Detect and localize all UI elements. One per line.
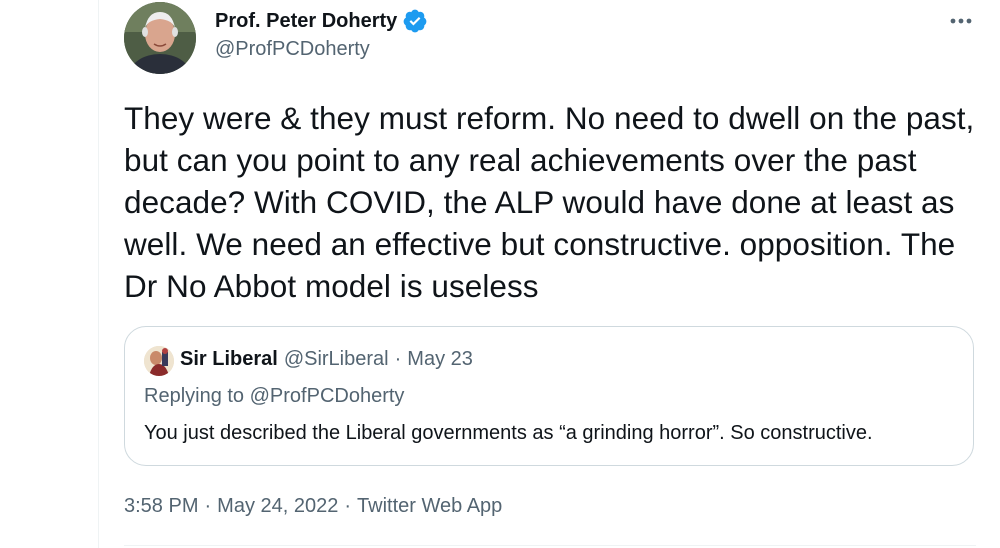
tweet-time[interactable]: 3:58 PM: [124, 495, 198, 518]
author-name-text: Prof. Peter Doherty: [215, 9, 398, 32]
timeline-left-border: [98, 0, 99, 548]
quoted-avatar-image-icon: [144, 346, 174, 376]
quoted-tweet-card[interactable]: Sir Liberal @SirLiberal · May 23 Replyin…: [124, 326, 974, 466]
tweet-text: They were & they must reform. No need to…: [124, 100, 975, 304]
quoted-tweet-header: Sir Liberal @SirLiberal · May 23: [180, 348, 473, 371]
user-avatar-photo-icon: [124, 2, 196, 74]
quoted-author-avatar: [144, 346, 174, 376]
tweet-date[interactable]: May 24, 2022: [217, 495, 338, 518]
tweet-page: Prof. Peter Doherty @ProfPCDoherty They …: [0, 0, 1000, 548]
quoted-author-name: Sir Liberal: [180, 348, 278, 370]
quoted-tweet-text: You just described the Liberal governmen…: [144, 422, 873, 444]
quoted-author-handle: @SirLiberal: [283, 348, 389, 370]
tweet-source[interactable]: Twitter Web App: [357, 495, 502, 518]
tweet-timestamp-row: 3:58 PM · May 24, 2022 · Twitter Web App: [124, 495, 502, 518]
verified-badge-icon: [402, 8, 428, 34]
source-separator: ·: [344, 495, 352, 517]
more-options-icon[interactable]: [946, 6, 976, 36]
author-handle[interactable]: @ProfPCDoherty: [215, 38, 370, 61]
quoted-replying-to: Replying to @ProfPCDoherty: [144, 385, 405, 407]
tweet-bottom-divider: [124, 545, 976, 546]
quoted-tweet-date: May 23: [407, 348, 473, 370]
author-avatar[interactable]: [124, 2, 196, 74]
timestamp-separator: ·: [204, 495, 212, 517]
quoted-meta-separator: ·: [394, 348, 402, 370]
author-name[interactable]: Prof. Peter Doherty: [215, 8, 428, 34]
